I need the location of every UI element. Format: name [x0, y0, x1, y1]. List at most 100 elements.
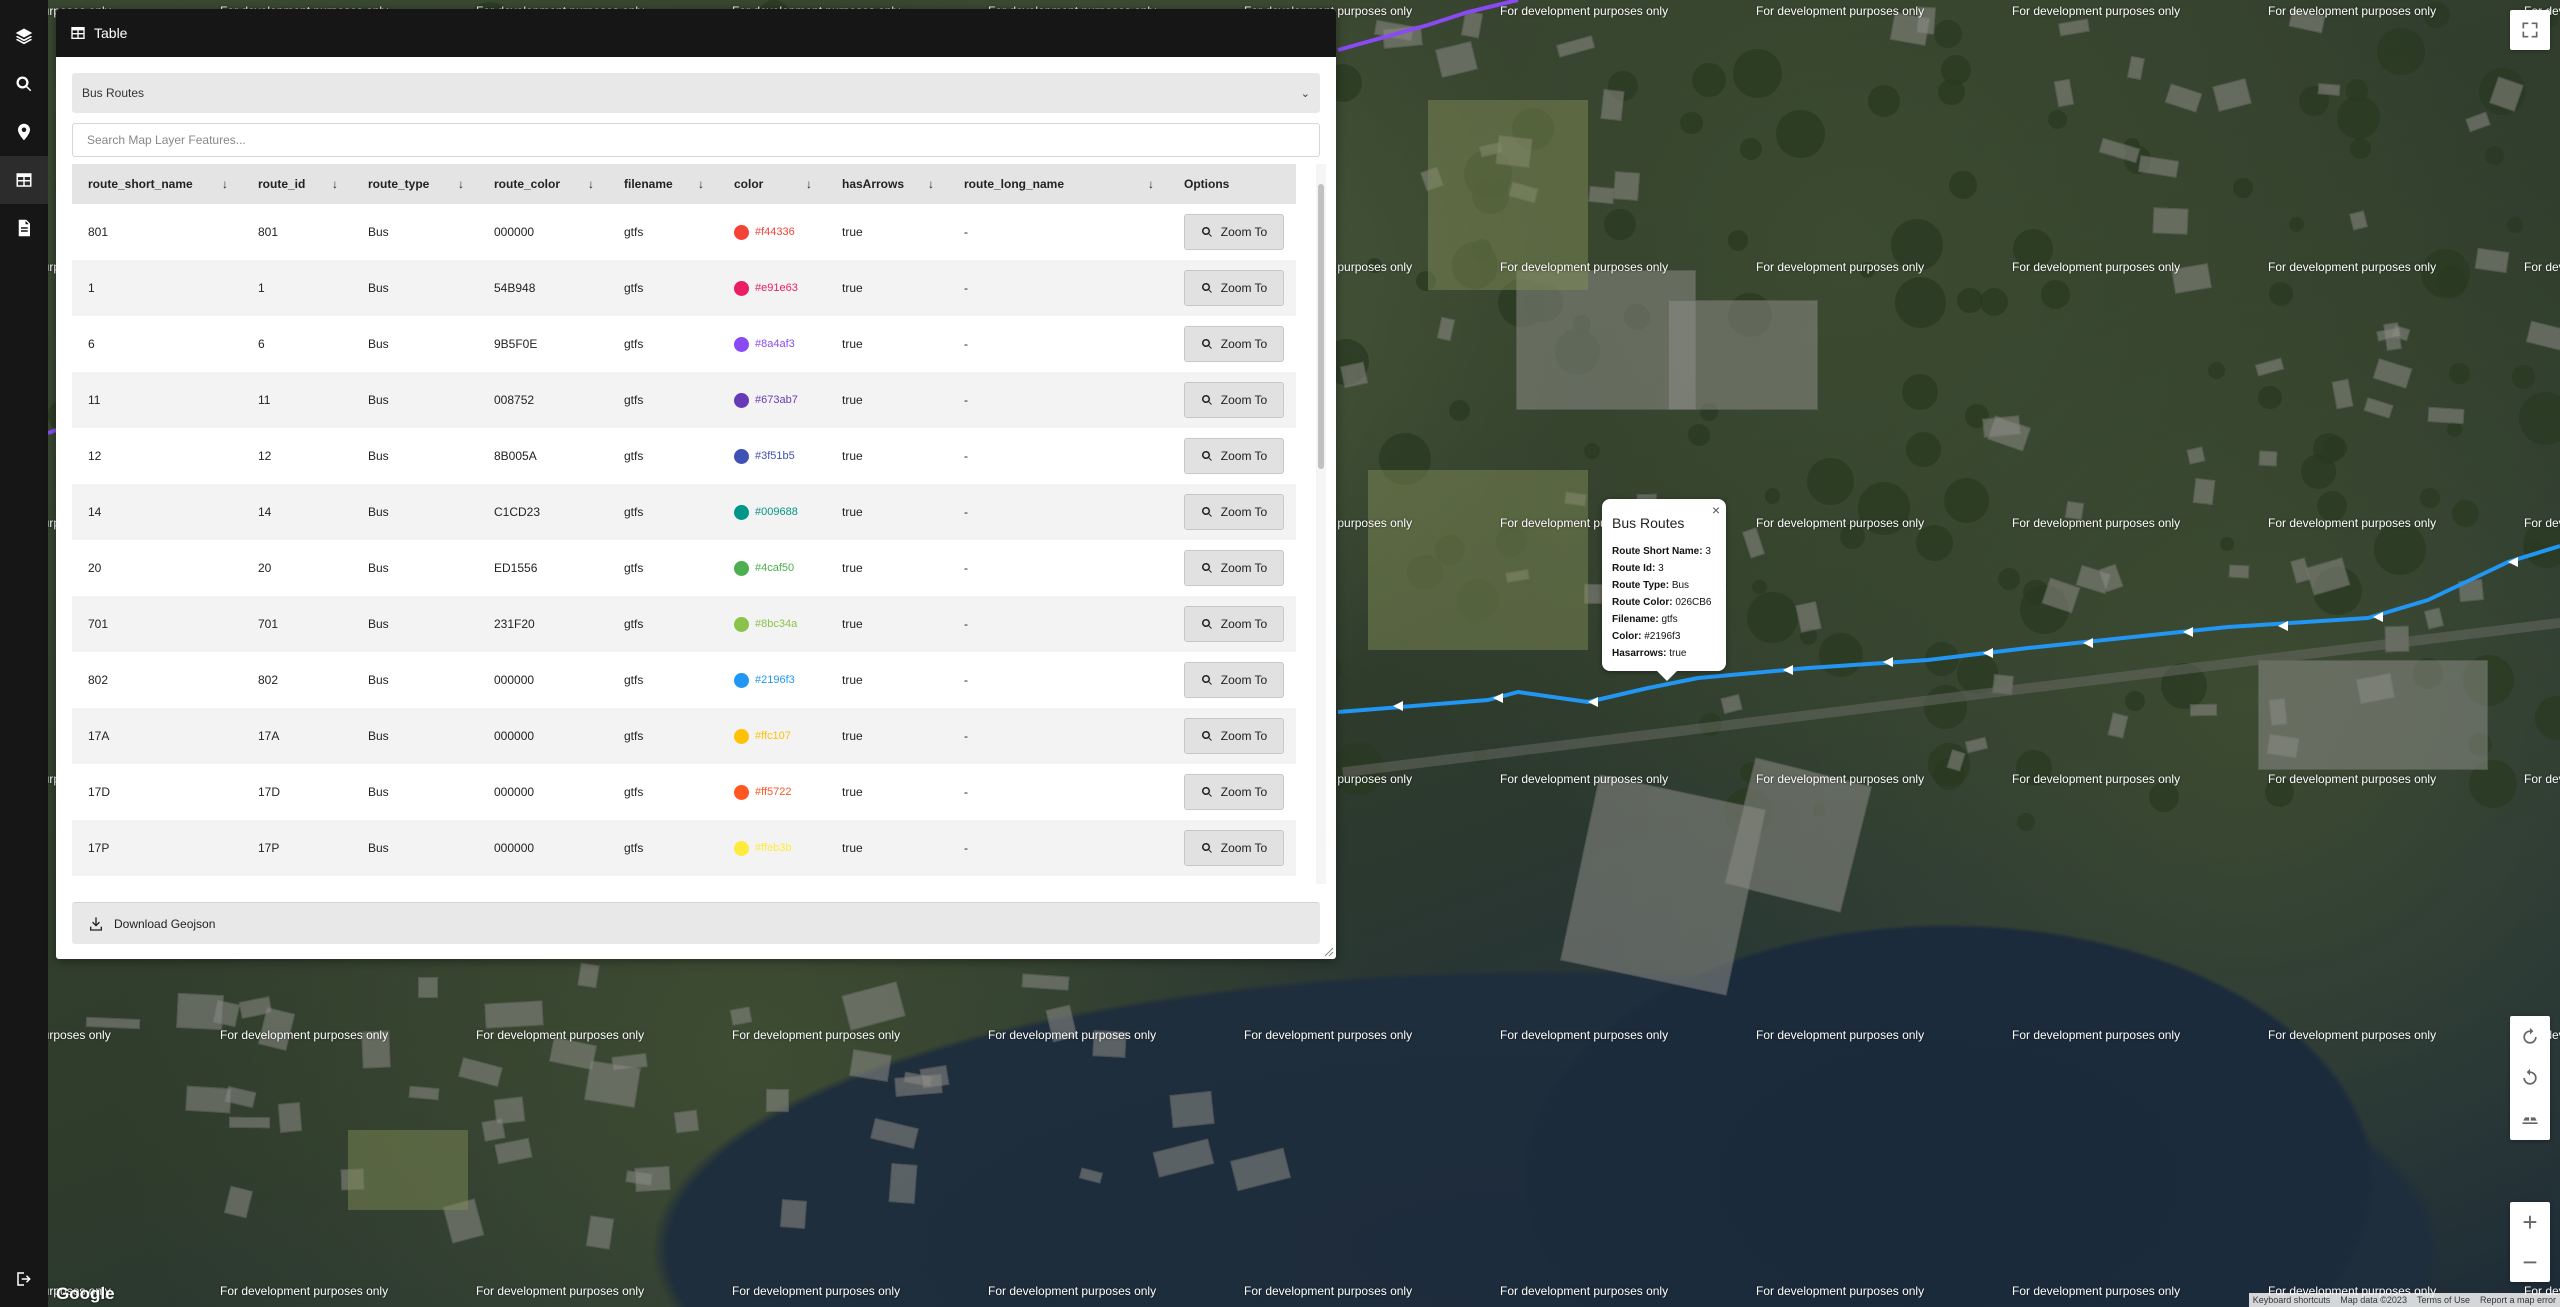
cell-route-type: Bus — [368, 449, 389, 463]
cell-route-type: Bus — [368, 673, 389, 687]
column-header-options[interactable]: Options — [1168, 164, 1296, 204]
zoom-to-button[interactable]: Zoom To — [1184, 662, 1284, 698]
zoom-to-button[interactable]: Zoom To — [1184, 830, 1284, 866]
resize-handle-icon[interactable] — [1322, 945, 1334, 957]
cell-route-color: 000000 — [494, 673, 535, 687]
zoom-to-button[interactable]: Zoom To — [1184, 438, 1284, 474]
color-hex: #2196f3 — [755, 674, 795, 687]
zoom-to-label: Zoom To — [1220, 449, 1268, 463]
popup-field-label: Color: — [1612, 631, 1642, 642]
zoom-in-button[interactable]: + — [2510, 1202, 2550, 1242]
location-button[interactable] — [0, 108, 48, 156]
column-header-label: route_color — [494, 177, 561, 191]
cell-options: Zoom To — [1168, 764, 1296, 820]
popup-field: Color: #2196f3 — [1612, 628, 1716, 645]
zoom-to-button[interactable]: Zoom To — [1184, 494, 1284, 530]
table-row: 14 14 Bus C1CD23 gtfs #009688 true - Zoom To — [72, 484, 1296, 540]
google-logo[interactable]: Google — [56, 1284, 115, 1304]
sort-arrow-icon[interactable]: ↓ — [332, 177, 338, 191]
cell-route-short-name: 802 — [88, 673, 109, 687]
zoom-to-button[interactable]: Zoom To — [1184, 718, 1284, 754]
layer-select[interactable]: Bus Routes ⌄ — [72, 73, 1320, 113]
sort-arrow-icon[interactable]: ↓ — [588, 177, 594, 191]
watermark-text: For development purposes only — [988, 1028, 1157, 1042]
watermark-text: For development purposes only — [2012, 4, 2181, 18]
sort-arrow-icon[interactable]: ↓ — [458, 177, 464, 191]
popup-field-value: Bus — [1671, 580, 1690, 591]
sort-arrow-icon[interactable]: ↓ — [928, 177, 934, 191]
column-header-route-color[interactable]: route_color ↓ — [478, 164, 608, 204]
cell-options: Zoom To — [1168, 540, 1296, 596]
cell-route-id: 17A — [242, 708, 352, 764]
sort-arrow-icon[interactable]: ↓ — [806, 177, 812, 191]
color-swatch — [734, 672, 749, 688]
cell-route-id: 11 — [242, 372, 352, 428]
watermark-text: For development purposes only — [476, 1284, 645, 1298]
document-icon — [18, 219, 30, 237]
table-scrollbar-thumb[interactable] — [1318, 184, 1324, 469]
column-header-filename[interactable]: filename ↓ — [608, 164, 718, 204]
fullscreen-button[interactable] — [2510, 10, 2550, 50]
cell-hasArrows: true — [826, 708, 948, 764]
zoom-to-label: Zoom To — [1220, 225, 1268, 239]
terms-of-use-link[interactable]: Terms of Use — [2417, 1295, 2470, 1305]
cell-route-type: Bus — [368, 785, 389, 799]
search-button[interactable] — [0, 60, 48, 108]
watermark-text: For development purposes only — [2268, 4, 2437, 18]
color-swatch — [734, 448, 749, 464]
zoom-to-button[interactable]: Zoom To — [1184, 326, 1284, 362]
popup-field: Hasarrows: true — [1612, 645, 1716, 662]
download-geojson-button[interactable]: Download Geojson — [72, 902, 1320, 944]
sort-arrow-icon[interactable]: ↓ — [698, 177, 704, 191]
table-button[interactable] — [0, 156, 48, 204]
cell-filename: gtfs — [624, 785, 644, 799]
zoom-to-button[interactable]: Zoom To — [1184, 550, 1284, 586]
cell-route-color: ED1556 — [494, 561, 538, 575]
zoom-to-button[interactable]: Zoom To — [1184, 214, 1284, 250]
column-header-route-short-name[interactable]: route_short_name ↓ — [72, 164, 242, 204]
rotate-clockwise-button[interactable] — [2510, 1017, 2550, 1058]
report-map-error-link[interactable]: Report a map error — [2480, 1295, 2556, 1305]
logout-button[interactable] — [0, 1255, 48, 1303]
rotate-counterclockwise-icon — [2523, 1068, 2537, 1085]
cell-route-short-name: 20 — [88, 561, 102, 575]
color-hex: #f44336 — [755, 226, 795, 239]
feature-search-input[interactable] — [72, 123, 1320, 157]
zoom-to-button[interactable]: Zoom To — [1184, 382, 1284, 418]
cell-route-short-name: 1 — [72, 260, 242, 316]
zoom-to-button[interactable]: Zoom To — [1184, 774, 1284, 810]
column-header-route-id[interactable]: route_id ↓ — [242, 164, 352, 204]
tilt-button[interactable] — [2510, 1099, 2550, 1140]
column-header-hasarrows[interactable]: hasArrows ↓ — [826, 164, 948, 204]
table-icon — [71, 27, 85, 39]
popup-field-label: Hasarrows: — [1612, 648, 1667, 659]
zoom-to-button[interactable]: Zoom To — [1184, 606, 1284, 642]
sort-arrow-icon[interactable]: ↓ — [222, 177, 228, 191]
zoom-out-button[interactable]: − — [2510, 1242, 2550, 1282]
rotate-counterclockwise-button[interactable] — [2510, 1058, 2550, 1099]
zoom-to-label: Zoom To — [1220, 617, 1268, 631]
watermark-text: For development purposes only — [988, 1284, 1157, 1298]
cell-route-id: 802 — [258, 673, 279, 687]
cell-filename: gtfs — [608, 708, 718, 764]
color-swatch — [734, 616, 749, 632]
column-header-color[interactable]: color ↓ — [718, 164, 826, 204]
layers-button[interactable] — [0, 12, 48, 60]
watermark-text: For development purposes only — [1500, 260, 1669, 274]
column-header-route-type[interactable]: route_type ↓ — [352, 164, 478, 204]
cell-color: #009688 — [718, 484, 826, 540]
close-icon[interactable]: × — [1712, 502, 1720, 518]
zoom-to-button[interactable]: Zoom To — [1184, 270, 1284, 306]
document-button[interactable] — [0, 204, 48, 252]
map-attribution: Keyboard shortcuts Map data ©2023 Terms … — [2248, 1293, 2560, 1307]
keyboard-shortcuts-link[interactable]: Keyboard shortcuts — [2253, 1295, 2331, 1305]
cell-route-short-name: 801 — [88, 225, 109, 239]
panel-header[interactable]: Table — [56, 9, 1336, 57]
cell-options: Zoom To — [1168, 316, 1296, 372]
table-scroll-area[interactable]: route_short_name ↓ route_id ↓ route_type ↓ rou… — [72, 164, 1310, 884]
cell-color: #2196f3 — [718, 652, 826, 708]
watermark-text: For development purposes only — [2524, 516, 2560, 530]
column-header-route-long-name[interactable]: route_long_name ↓ — [948, 164, 1168, 204]
sort-arrow-icon[interactable]: ↓ — [1148, 177, 1154, 191]
watermark-text: For development purposes only — [2012, 260, 2181, 274]
